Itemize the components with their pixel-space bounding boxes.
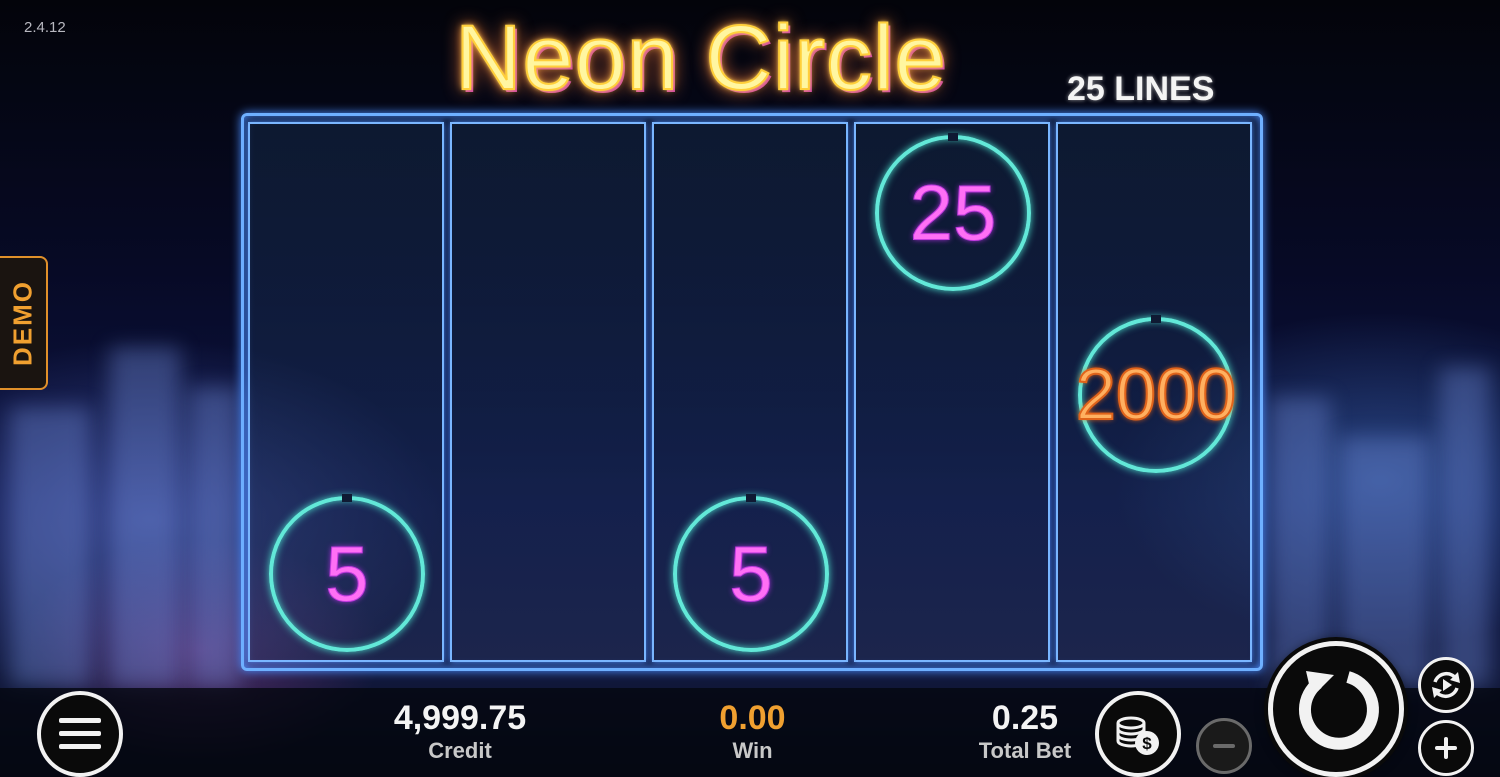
credit-display: 4,999.75 Credit (370, 698, 550, 764)
autoplay-button[interactable] (1418, 657, 1474, 713)
credit-value: 4,999.75 (393, 699, 527, 737)
win-label: Win (732, 738, 773, 763)
increase-bet-button[interactable] (1418, 720, 1474, 776)
symbol-value: 5 (325, 529, 369, 618)
circle-notch (746, 494, 756, 502)
minus-icon (1213, 744, 1235, 748)
circle-symbol: 25 (875, 133, 1031, 291)
total-bet-value: 0.25 (991, 699, 1059, 737)
circle-symbol: 5 (673, 494, 829, 652)
game-title: Neon Circle (454, 6, 947, 110)
demo-label: DEMO (7, 280, 38, 366)
total-bet-label: Total Bet (978, 738, 1072, 763)
bet-settings-button[interactable]: $ (1095, 691, 1181, 777)
symbol-value: 5 (729, 529, 773, 618)
decrease-bet-button[interactable] (1196, 718, 1252, 774)
paylines-label: 25 LINES (1067, 70, 1215, 108)
reel-2 (450, 122, 646, 662)
demo-tab[interactable]: DEMO (0, 256, 48, 390)
reel-5: 2000 (1056, 122, 1252, 662)
reels-frame: 5 5 25 2000 (241, 113, 1263, 671)
plus-icon (1435, 737, 1457, 759)
symbol-value: 25 (909, 168, 997, 257)
symbol-value: 2000 (1075, 354, 1237, 436)
background-building (110, 347, 180, 687)
menu-icon (59, 718, 101, 750)
reel-1: 5 (248, 122, 444, 662)
reel-3: 5 (652, 122, 848, 662)
total-bet-display[interactable]: 0.25 Total Bet (955, 698, 1095, 764)
svg-text:$: $ (1142, 734, 1152, 753)
circle-notch (342, 494, 352, 502)
menu-button[interactable] (37, 691, 123, 777)
game-title-banner: Neon Circle 25 LINES (454, 6, 1255, 116)
background-building (190, 387, 240, 687)
circle-symbol: 2000 (1075, 315, 1237, 473)
spin-arrow-icon (1299, 671, 1379, 750)
spin-button[interactable] (1268, 641, 1404, 777)
autoplay-icon (1432, 671, 1460, 699)
version-label: 2.4.12 (24, 19, 66, 36)
reel-4: 25 (854, 122, 1050, 662)
background-building (1440, 367, 1490, 687)
credit-label: Credit (428, 738, 492, 763)
circle-notch (1151, 315, 1161, 323)
coins-dollar-icon: $ (1116, 716, 1159, 755)
game-screen: 2.4.12 Neon Circle 25 LINES DEMO 5 5 25 … (0, 0, 1500, 777)
circle-notch (948, 133, 958, 141)
circle-symbol: 5 (269, 494, 425, 652)
win-value: 0.00 (719, 699, 786, 737)
background-building (10, 407, 90, 687)
win-display: 0.00 Win (680, 698, 825, 764)
